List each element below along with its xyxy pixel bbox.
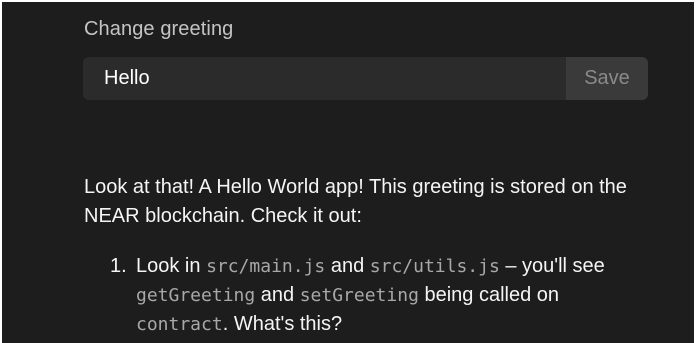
code-main-js: src/main.js — [206, 256, 326, 277]
steps-list: 1. Look in src/main.js and src/utils.js … — [110, 252, 690, 339]
step-text-part: and — [255, 284, 300, 306]
greeting-input[interactable] — [83, 57, 566, 100]
step-text: Look in src/main.js and src/utils.js – y… — [136, 252, 656, 339]
list-item: 1. Look in src/main.js and src/utils.js … — [110, 252, 690, 339]
app-frame: Change greeting Save Look at that! A Hel… — [2, 2, 694, 343]
greeting-form: Save — [83, 57, 648, 100]
step-number: 1. — [110, 255, 127, 277]
code-contract: contract — [136, 314, 223, 335]
step-text-part: and — [325, 255, 370, 277]
code-get-greeting: getGreeting — [136, 285, 256, 306]
step-text-part: being called on — [418, 284, 560, 306]
step-text-part: – you'll see — [499, 255, 605, 277]
code-set-greeting: setGreeting — [299, 285, 419, 306]
change-greeting-label: Change greeting — [84, 18, 234, 40]
intro-text: Look at that! A Hello World app! This gr… — [84, 176, 627, 227]
code-utils-js: src/utils.js — [369, 256, 500, 277]
step-text-part: . What's this? — [222, 313, 343, 335]
save-button[interactable]: Save — [566, 57, 648, 100]
step-text-part: Look in — [136, 255, 207, 277]
